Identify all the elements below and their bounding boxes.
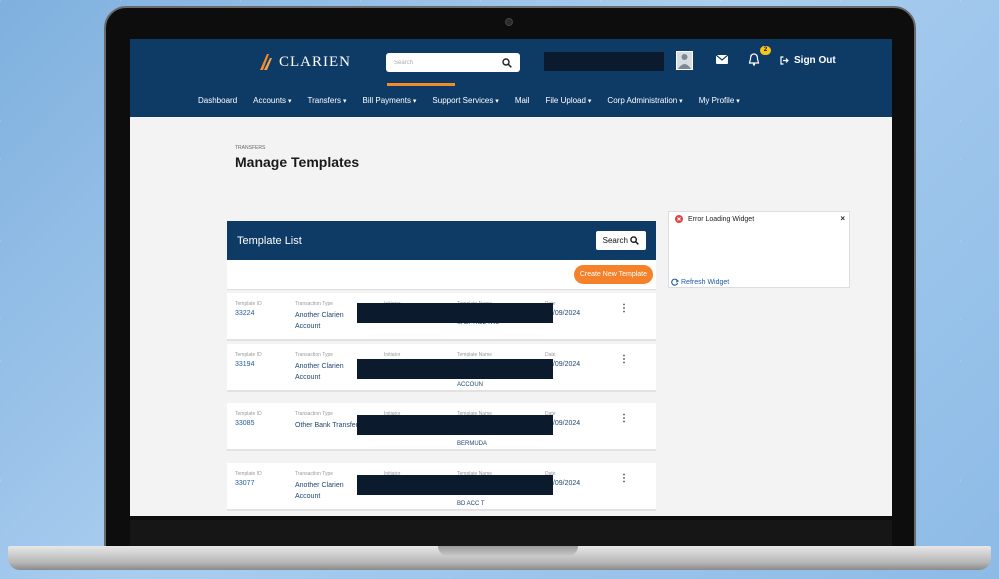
template-name: ACCOUN xyxy=(457,382,484,388)
template-date: 2/09/2024 xyxy=(549,310,581,317)
create-new-template-button[interactable]: Create New Template xyxy=(573,265,653,284)
main-nav: Dashboard Accounts Transfers Bill Paymen… xyxy=(198,96,740,105)
template-list-header: Template List Search xyxy=(227,221,656,260)
template-id-link[interactable]: 33224 xyxy=(235,310,254,317)
refresh-widget-label: Refresh Widget xyxy=(681,278,730,286)
template-name: BD ACC T xyxy=(457,501,485,507)
more-options-icon[interactable]: ⋮ xyxy=(619,354,629,365)
label-transaction-type: Transaction Type xyxy=(295,301,334,307)
nav-file-upload[interactable]: File Upload xyxy=(545,96,591,105)
transaction-type: Another Clarien Account xyxy=(295,312,344,330)
redacted-field xyxy=(357,359,553,379)
webcam xyxy=(505,18,513,26)
template-actions-bar: Create New Template xyxy=(227,260,656,290)
nav-mail[interactable]: Mail xyxy=(515,96,530,105)
label-template-id: Template ID xyxy=(235,352,262,358)
nav-corp-administration[interactable]: Corp Administration xyxy=(607,96,682,105)
template-search-label: Search xyxy=(602,236,628,245)
label-date: Date xyxy=(545,352,556,358)
table-row[interactable]: Template ID Transaction Type Initiator T… xyxy=(227,344,656,392)
template-search-button[interactable]: Search xyxy=(595,231,646,250)
notification-badge: 2 xyxy=(760,46,771,55)
bell-icon[interactable] xyxy=(748,53,760,66)
template-id-link[interactable]: 33077 xyxy=(235,480,254,487)
sign-out-icon xyxy=(780,56,789,65)
brand-name: CLARIEN xyxy=(279,53,351,70)
table-row[interactable]: Template ID Transaction Type Initiator T… xyxy=(227,463,656,511)
screen: CLARIEN 2 xyxy=(130,39,892,516)
avatar[interactable] xyxy=(676,51,693,70)
label-transaction-type: Transaction Type xyxy=(295,411,334,417)
label-initiator: Initiator xyxy=(384,352,401,358)
nav-transfers[interactable]: Transfers xyxy=(308,96,347,105)
more-options-icon[interactable]: ⋮ xyxy=(619,473,629,484)
brand-underline xyxy=(387,83,455,86)
more-options-icon[interactable]: ⋮ xyxy=(619,303,629,314)
transaction-type: Other Bank Transfer xyxy=(295,422,359,429)
label-template-id: Template ID xyxy=(235,411,262,417)
label-template-id: Template ID xyxy=(235,301,262,307)
transaction-type: Another Clarien Account xyxy=(295,482,344,500)
error-icon xyxy=(675,215,683,223)
redacted-field xyxy=(357,415,553,435)
clarien-logo-icon xyxy=(260,54,272,70)
label-transaction-type: Transaction Type xyxy=(295,471,334,477)
template-name: BERMUDA xyxy=(457,441,488,447)
page-title: Manage Templates xyxy=(235,154,360,170)
sign-out-label: Sign Out xyxy=(794,55,836,66)
refresh-widget-link[interactable]: Refresh Widget xyxy=(671,278,729,286)
nav-bill-payments[interactable]: Bill Payments xyxy=(362,96,416,105)
widget-error-text: Error Loading Widget xyxy=(688,215,755,223)
top-bar: CLARIEN 2 xyxy=(130,39,892,117)
label-template-id: Template ID xyxy=(235,471,262,477)
transaction-type: Another Clarien Account xyxy=(295,363,344,381)
redacted-username xyxy=(544,52,664,71)
nav-support-services[interactable]: Support Services xyxy=(432,96,498,105)
template-date: 2/09/2024 xyxy=(549,480,581,487)
laptop-notch xyxy=(438,546,578,556)
nav-accounts[interactable]: Accounts xyxy=(253,96,291,105)
breadcrumb[interactable]: TRANSFERS xyxy=(235,145,265,151)
template-list-title: Template List xyxy=(237,234,302,247)
search-icon xyxy=(630,236,639,245)
table-row[interactable]: Template ID Transaction Type Initiator T… xyxy=(227,293,656,341)
user-icon xyxy=(678,54,691,69)
refresh-icon xyxy=(671,278,679,286)
error-widget: Error Loading Widget × Refresh Widget xyxy=(668,211,850,288)
search-input[interactable] xyxy=(394,59,484,66)
close-icon[interactable]: × xyxy=(840,214,845,223)
brand-logo[interactable]: CLARIEN xyxy=(258,52,351,72)
laptop-bezel-bottom xyxy=(130,520,892,546)
table-row[interactable]: Template ID Transaction Type Initiator T… xyxy=(227,403,656,451)
redacted-field xyxy=(357,475,553,495)
search-icon[interactable] xyxy=(502,57,512,68)
nav-my-profile[interactable]: My Profile xyxy=(699,96,740,105)
widget-error: Error Loading Widget xyxy=(675,215,754,223)
template-date: 2/09/2024 xyxy=(549,361,581,368)
more-options-icon[interactable]: ⋮ xyxy=(619,413,629,424)
label-template-name: Template Name xyxy=(457,352,493,358)
nav-dashboard[interactable]: Dashboard xyxy=(198,96,237,105)
redacted-field xyxy=(357,303,553,323)
template-id-link[interactable]: 33194 xyxy=(235,361,254,368)
template-date: 2/09/2024 xyxy=(549,420,581,427)
search-box[interactable] xyxy=(386,53,520,72)
sign-out-button[interactable]: Sign Out xyxy=(780,55,836,66)
label-transaction-type: Transaction Type xyxy=(295,352,334,358)
mail-icon[interactable] xyxy=(716,55,728,64)
template-id-link[interactable]: 33085 xyxy=(235,420,254,427)
